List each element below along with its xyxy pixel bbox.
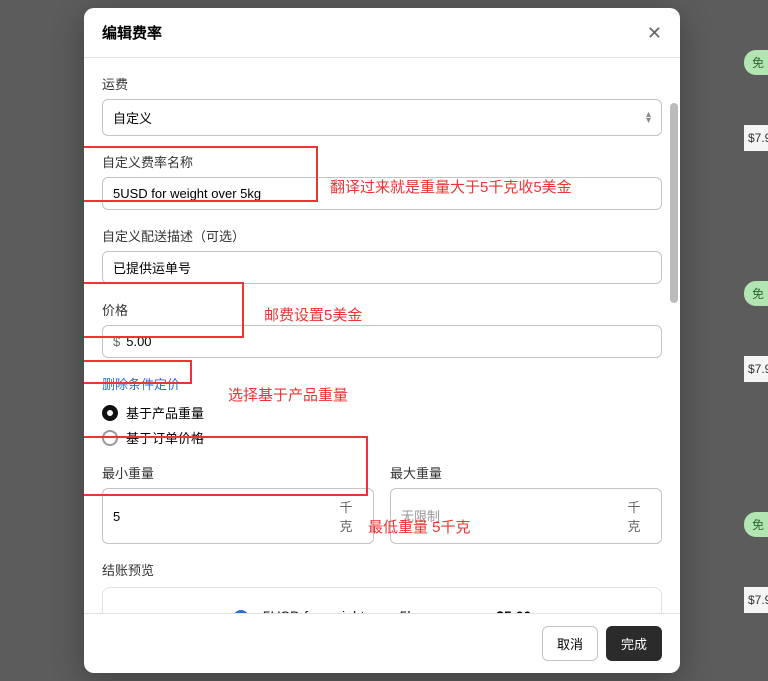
bg-price: $7.9 bbox=[744, 125, 768, 151]
bg-price: $7.9 bbox=[744, 356, 768, 382]
shipping-fee-select[interactable]: 自定义 ▴▾ bbox=[102, 99, 662, 136]
price-label: 价格 bbox=[102, 300, 662, 319]
delivery-desc-input-wrap bbox=[102, 251, 662, 284]
bg-free-badge: 免 bbox=[744, 512, 768, 537]
delivery-desc-row: 自定义配送描述（可选） bbox=[102, 226, 662, 284]
modal-footer: 取消 完成 bbox=[84, 613, 680, 673]
price-input[interactable] bbox=[126, 334, 651, 349]
min-weight-col: 最小重量 千克 bbox=[102, 463, 374, 544]
annotation-text-4: 最低重量 5千克 bbox=[368, 516, 471, 537]
edit-rate-modal: 编辑费率 ✕ 运费 自定义 ▴▾ 自定义费率名称 自定义配送描述（可选） bbox=[84, 8, 680, 673]
shipping-fee-value: 自定义 bbox=[113, 108, 152, 127]
min-weight-label: 最小重量 bbox=[102, 463, 374, 482]
background-sidebar: 免 $7.9 免 $7.9 免 $7.9 bbox=[744, 50, 768, 613]
min-weight-unit: 千克 bbox=[339, 497, 363, 535]
annotation-text-3: 选择基于产品重量 bbox=[228, 384, 348, 405]
preview-section: 结账预览 5USD for weight over 5kg 已提供运单号 $5.… bbox=[102, 560, 662, 613]
rate-name-label: 自定义费率名称 bbox=[102, 152, 662, 171]
shipping-fee-row: 运费 自定义 ▴▾ bbox=[102, 74, 662, 136]
chevron-updown-icon: ▴▾ bbox=[646, 112, 651, 124]
scrollbar[interactable] bbox=[670, 103, 678, 303]
done-button[interactable]: 完成 bbox=[606, 626, 662, 661]
modal-header: 编辑费率 ✕ bbox=[84, 8, 680, 58]
currency-prefix: $ bbox=[113, 334, 120, 349]
annotation-text-2: 邮费设置5美金 bbox=[264, 304, 362, 325]
close-icon[interactable]: ✕ bbox=[647, 24, 662, 42]
preview-text: 5USD for weight over 5kg 已提供运单号 bbox=[263, 608, 423, 613]
radio-by-order-price-label: 基于订单价格 bbox=[126, 428, 204, 447]
preview-price: $5.00 bbox=[496, 608, 531, 613]
delivery-desc-label: 自定义配送描述（可选） bbox=[102, 226, 662, 245]
radio-by-order-price[interactable]: 基于订单价格 bbox=[102, 428, 662, 447]
checkout-preview-card: 5USD for weight over 5kg 已提供运单号 $5.00 bbox=[102, 587, 662, 613]
price-row: 价格 $ bbox=[102, 300, 662, 358]
price-input-wrap: $ bbox=[102, 325, 662, 358]
max-weight-unit: 千克 bbox=[627, 497, 651, 535]
radio-by-weight-label: 基于产品重量 bbox=[126, 403, 204, 422]
min-weight-input-wrap: 千克 bbox=[102, 488, 374, 544]
delivery-desc-input[interactable] bbox=[113, 260, 651, 275]
min-weight-input[interactable] bbox=[113, 509, 339, 524]
bg-free-badge: 免 bbox=[744, 281, 768, 306]
modal-body: 运费 自定义 ▴▾ 自定义费率名称 自定义配送描述（可选） 价格 $ bbox=[84, 58, 680, 613]
condition-radio-group: 基于产品重量 基于订单价格 bbox=[102, 403, 662, 447]
radio-dot-icon bbox=[102, 430, 118, 446]
remove-condition-link[interactable]: 删除条件定价 bbox=[102, 374, 180, 393]
radio-dot-checked-icon bbox=[102, 405, 118, 421]
modal-title: 编辑费率 bbox=[102, 22, 162, 43]
annotation-text-1: 翻译过来就是重量大于5千克收5美金 bbox=[330, 176, 572, 197]
radio-by-weight[interactable]: 基于产品重量 bbox=[102, 403, 662, 422]
bg-free-badge: 免 bbox=[744, 50, 768, 75]
preview-label: 结账预览 bbox=[102, 560, 662, 579]
cancel-button[interactable]: 取消 bbox=[542, 626, 598, 661]
bg-price: $7.9 bbox=[744, 587, 768, 613]
preview-radio-icon bbox=[233, 610, 249, 613]
preview-inner: 5USD for weight over 5kg 已提供运单号 $5.00 bbox=[233, 608, 532, 613]
preview-title: 5USD for weight over 5kg bbox=[263, 608, 423, 613]
shipping-fee-label: 运费 bbox=[102, 74, 662, 93]
max-weight-label: 最大重量 bbox=[390, 463, 662, 482]
